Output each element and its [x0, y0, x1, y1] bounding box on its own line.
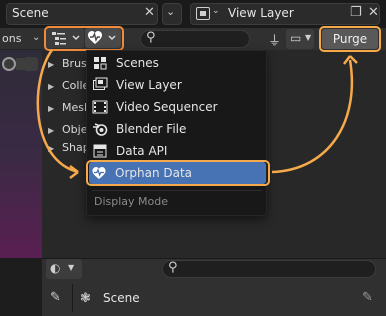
video-sequencer-icon: [92, 99, 108, 115]
expand-arrow-icon[interactable]: ▶: [48, 104, 62, 113]
menu-item-video-sequencer[interactable]: Video Sequencer: [90, 96, 264, 118]
duplicate-icon[interactable]: ❐: [350, 5, 362, 20]
properties-search-input[interactable]: [162, 260, 376, 278]
chevron-down-icon: ⌄: [32, 32, 41, 43]
view-layer-name: View Layer: [228, 6, 294, 20]
view-layer-icon: [92, 77, 108, 93]
scene-icon: ❃: [80, 291, 91, 306]
search-icon: ⚲: [146, 30, 156, 45]
list-item[interactable]: ▶ Obje: [48, 123, 87, 136]
view-layer-icon[interactable]: [196, 7, 210, 20]
list-item[interactable]: ▶ Shap: [48, 141, 90, 154]
viewport-toolbar-divider: [16, 58, 24, 70]
menu-divider: [92, 190, 262, 191]
menu-item-view-layer[interactable]: View Layer: [90, 74, 264, 96]
pin-icon[interactable]: ✎: [362, 290, 373, 305]
list-item[interactable]: ▶ Colle: [48, 79, 89, 92]
scene-name: Scene: [12, 6, 49, 20]
outliner-search-input[interactable]: [140, 30, 250, 48]
list-item[interactable]: ▶ Mesh: [48, 101, 91, 114]
orphan-data-highlight: [86, 160, 270, 186]
blender-file-icon: [92, 121, 108, 137]
menu-item-blender-file[interactable]: Blender File: [90, 118, 264, 140]
scenes-icon: [92, 55, 108, 71]
list-item[interactable]: ▶ Brus: [48, 57, 87, 70]
tool-icon[interactable]: ✎: [50, 290, 61, 305]
shading-sphere-icon[interactable]: [2, 57, 16, 71]
expand-arrow-icon[interactable]: ▶: [48, 126, 62, 135]
scene-close-icon[interactable]: ✕: [144, 5, 155, 20]
menu-footer-label: Display Mode: [94, 195, 169, 208]
chevron-down-icon: ▼: [305, 33, 312, 42]
expand-arrow-icon[interactable]: ▶: [48, 60, 62, 69]
collection-box-icon: ▭: [290, 31, 302, 45]
chevron-down-icon: ⌄: [212, 6, 220, 16]
filter-icon[interactable]: ⏚: [268, 30, 281, 49]
chevron-down-icon: ⌄: [166, 5, 176, 18]
expand-arrow-icon[interactable]: ▶: [48, 82, 62, 91]
viewport-tool-button[interactable]: [24, 57, 38, 71]
toggle-icon: ◐: [50, 261, 61, 275]
properties-tab-divider: [72, 284, 73, 312]
search-icon: ⚲: [168, 260, 178, 275]
purge-highlight: [319, 26, 381, 52]
viewport-options-label[interactable]: ons: [2, 32, 21, 45]
properties-scene-label: Scene: [103, 291, 140, 305]
data-api-icon: [92, 143, 108, 159]
view-layer-close-icon[interactable]: ✕: [368, 5, 379, 20]
menu-item-data-api[interactable]: Data API: [90, 140, 264, 162]
display-mode-highlight: [44, 26, 124, 51]
expand-arrow-icon[interactable]: ▶: [48, 144, 62, 153]
bottom-left-region: [0, 258, 42, 316]
menu-item-scenes[interactable]: Scenes: [90, 52, 264, 74]
chevron-down-icon: ▼: [68, 263, 75, 272]
